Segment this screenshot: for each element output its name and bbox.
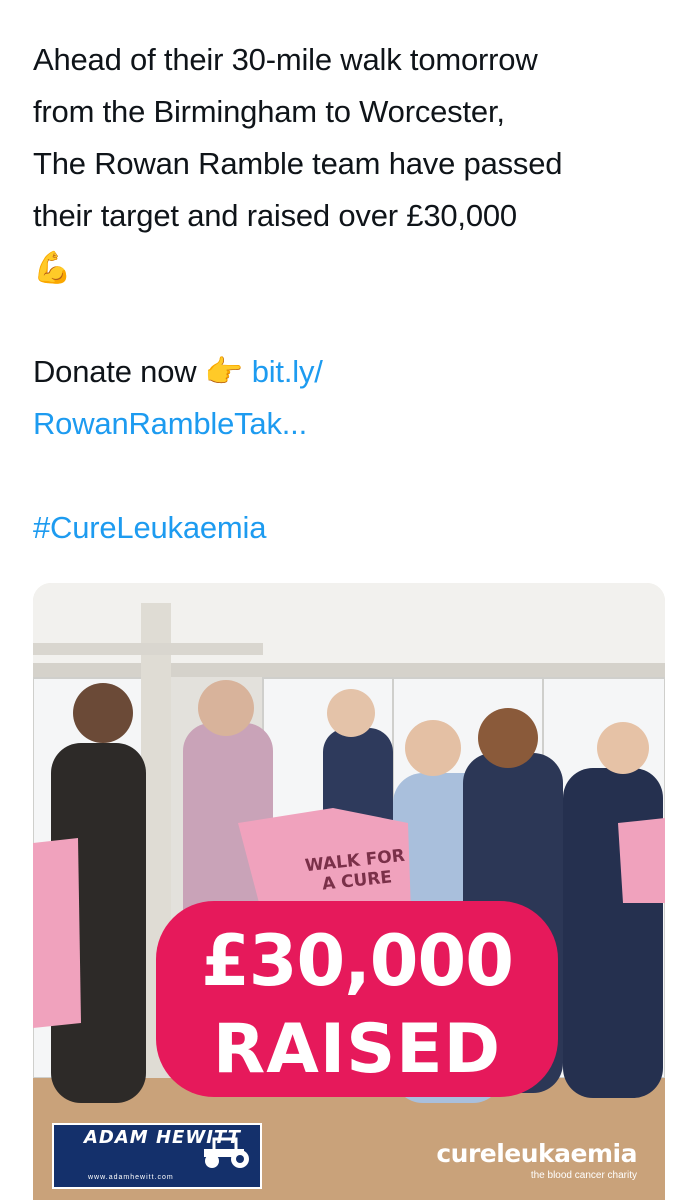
donate-link[interactable]: bit.ly/ xyxy=(252,354,323,389)
donate-link-continued[interactable]: RowanRambleTak... xyxy=(33,406,307,441)
hashtag-link[interactable]: #CureLeukaemia xyxy=(33,510,266,545)
tweet-line: their target and raised over £30,000 xyxy=(33,198,517,233)
sponsor-logo: ADAM HEWITT www.adamhewitt.com xyxy=(52,1123,262,1189)
tweet-text: Ahead of their 30-mile walk tomorrow fro… xyxy=(33,34,673,554)
tweet-line: from the Birmingham to Worcester, xyxy=(33,94,505,129)
raised-word: RAISED xyxy=(212,1010,502,1089)
charity-tagline: the blood cancer charity xyxy=(530,1170,637,1181)
flexed-biceps-emoji-icon: 💪 xyxy=(33,250,72,286)
donate-line: Donate now 👉 bit.ly/ xyxy=(33,346,673,398)
tweet-line: Ahead of their 30-mile walk tomorrow xyxy=(33,42,538,77)
pointing-hand-emoji-icon: 👉 xyxy=(204,354,244,390)
sponsor-url: www.adamhewitt.com xyxy=(88,1174,174,1181)
charity-name: cureleukaemia xyxy=(436,1139,637,1168)
tractor-icon xyxy=(200,1135,256,1169)
raised-badge: £30,000 RAISED xyxy=(156,901,558,1097)
charity-logo: cureleukaemia the blood cancer charity xyxy=(436,1139,637,1183)
tweet-line: The Rowan Ramble team have passed xyxy=(33,146,563,181)
donate-text: Donate now xyxy=(33,354,197,389)
raised-amount: £30,000 xyxy=(201,920,514,1002)
tweet-photo[interactable]: WALK FOR A CURE £30,000 RAISED ADAM HEWI… xyxy=(33,583,665,1200)
